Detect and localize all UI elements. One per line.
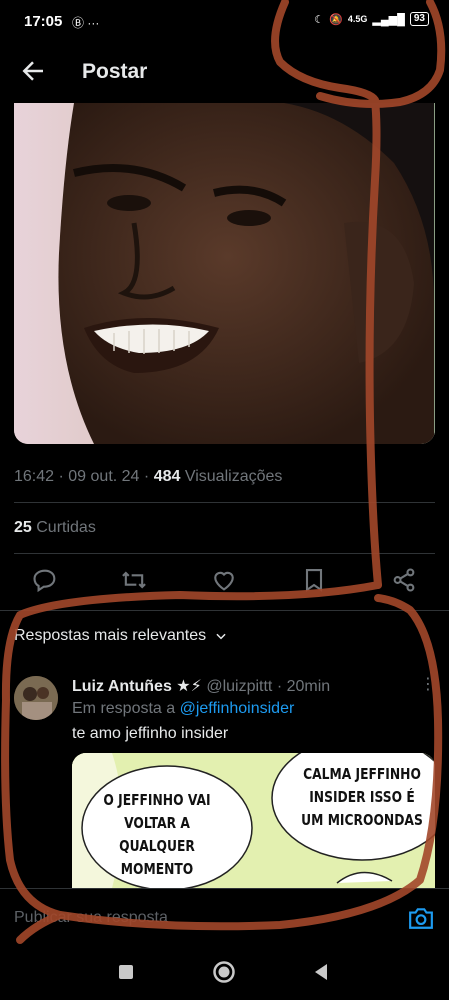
replies-sort-dropdown[interactable]: Respostas mais relevantes [14, 627, 228, 645]
reply-composer[interactable]: Publicar sua resposta [0, 888, 449, 943]
home-icon[interactable] [212, 960, 236, 984]
reply-prefix: Em resposta a [72, 700, 176, 717]
post-date: 09 out. 24 [68, 468, 140, 485]
avatar[interactable] [14, 676, 58, 720]
repost-icon[interactable] [120, 566, 148, 594]
smiling-man-photo [14, 103, 435, 444]
signal-icon: ▂▄▆█ [372, 13, 405, 26]
recents-icon[interactable] [118, 964, 134, 980]
network-label: 4.5G [347, 14, 368, 24]
reply-mention-link[interactable]: @jeffinhoinsider [180, 700, 295, 717]
moon-icon: ☾ [314, 13, 325, 26]
status-bar: 17:05 Ⓑ ··· ☾ 🔕 4.5G ▂▄▆█ 93 [0, 0, 449, 44]
like-icon[interactable] [210, 566, 238, 594]
more-options-icon[interactable]: ⋮ [420, 674, 436, 694]
post-actions [0, 566, 449, 598]
reply-age: 20min [286, 678, 331, 695]
views-label: Visualizações [184, 468, 283, 485]
bookmark-icon[interactable] [300, 566, 328, 594]
chevron-down-icon [216, 633, 226, 640]
page-title: Postar [82, 60, 148, 83]
share-icon[interactable] [390, 566, 418, 594]
reply-input[interactable]: Publicar sua resposta [14, 909, 168, 927]
back-nav-icon[interactable] [312, 963, 330, 981]
avatar-photo [14, 676, 58, 720]
status-right-icons: ☾ 🔕 4.5G ▂▄▆█ 93 [314, 12, 429, 26]
reply-author-handle[interactable]: @luizpittt [206, 678, 272, 695]
post-time: 16:42 [14, 468, 55, 485]
reply-context: Em resposta a @jeffinhoinsider [72, 700, 294, 718]
views-count: 484 [153, 468, 181, 485]
likes-label: Curtidas [36, 519, 96, 536]
reply-image[interactable]: O JEFFINHO VAI VOLTAR A QUALQUER MOMENTO… [72, 753, 435, 888]
status-time: 17:05 [24, 13, 63, 30]
divider [14, 502, 435, 503]
meta-separator: · [58, 468, 69, 485]
post-meta: 16:42 · 09 out. 24 · 484 Visualizações [14, 468, 282, 486]
comic-left-bubble-text: O JEFFINHO VAI VOLTAR A QUALQUER MOMENTO [103, 791, 211, 878]
reply-author-name[interactable]: Luiz Antuñes ★⚡ [72, 678, 202, 695]
likes-count: 25 [14, 519, 32, 536]
reply-author-line: Luiz Antuñes ★⚡ @luizpittt · 20min [72, 676, 330, 696]
likes-row[interactable]: 25 Curtidas [14, 519, 96, 537]
meta-separator: · [143, 468, 154, 485]
system-nav-bar [0, 944, 449, 1000]
comic-right-bubble-text: CALMA JEFFINHO INSIDER ISSO É UM MICROON… [301, 765, 423, 829]
top-bar: Postar [0, 44, 449, 102]
divider [14, 553, 435, 554]
divider [0, 610, 449, 611]
battery-icon: 93 [409, 12, 429, 26]
back-arrow-icon[interactable] [18, 56, 48, 86]
status-notification-icons: Ⓑ ··· [72, 16, 100, 30]
reply-text: te amo jeffinho insider [72, 725, 229, 742]
camera-icon[interactable] [408, 906, 434, 930]
post-image[interactable] [14, 103, 435, 444]
mute-icon: 🔕 [329, 13, 343, 26]
replies-sort-label: Respostas mais relevantes [14, 627, 207, 644]
meta-separator: · [276, 678, 287, 695]
reply-icon[interactable] [31, 566, 59, 594]
